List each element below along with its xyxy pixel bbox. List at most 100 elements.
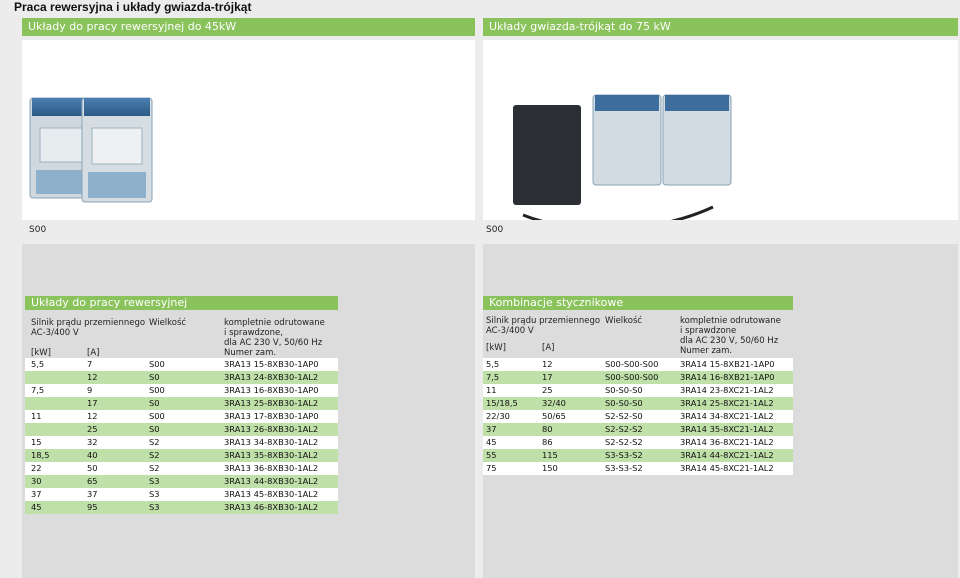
cell-order: 3RA14 34-8XC21-1AL2 (680, 411, 774, 421)
cell-order: 3RA13 17-8XB30-1AP0 (224, 411, 319, 421)
cell-order: 3RA13 44-8XB30-1AL2 (224, 476, 319, 486)
table-row: 7,5 17 S00-S00-S00 3RA14 16-8XB21-1AP0 (483, 371, 793, 384)
cell-size: S0 (149, 398, 160, 408)
cell-a: 12 (87, 411, 98, 421)
cell-kw: 18,5 (31, 450, 50, 460)
table-row: 25 S0 3RA13 26-8XB30-1AL2 (25, 423, 338, 436)
table-row: 15/18,5 32/40 S0-S0-S0 3RA14 25-8XC21-1AL2 (483, 397, 793, 410)
cell-a: 25 (542, 385, 553, 395)
cell-size: S2-S2-S2 (605, 424, 643, 434)
right-photo-size-label: S00 (486, 225, 504, 235)
cell-size: S0 (149, 424, 160, 434)
table-row: 37 80 S2-S2-S2 3RA14 35-8XC21-1AL2 (483, 423, 793, 436)
cell-kw: 45 (31, 502, 42, 512)
cell-kw: 37 (31, 489, 42, 499)
cell-size: S2-S2-S0 (605, 411, 643, 421)
right-order-header-line3: dla AC 230 V, 50/60 Hz (680, 336, 779, 346)
cell-size: S3 (149, 502, 160, 512)
cell-size: S00-S00-S00 (605, 372, 659, 382)
cell-kw: 22 (31, 463, 42, 473)
cell-a: 95 (87, 502, 98, 512)
cell-order: 3RA13 15-8XB30-1AP0 (224, 359, 319, 369)
right-order-header-line2: i sprawdzone (680, 326, 737, 336)
left-order-header-line2: i sprawdzone, (224, 328, 283, 338)
cell-size: S3 (149, 476, 160, 486)
cell-a: 9 (87, 385, 93, 395)
cell-order: 3RA13 16-8XB30-1AP0 (224, 385, 319, 395)
cell-a: 40 (87, 450, 98, 460)
cell-kw: 30 (31, 476, 42, 486)
left-size-header: Wielkość (149, 318, 187, 328)
table-row: 22/30 50/65 S2-S2-S0 3RA14 34-8XC21-1AL2 (483, 410, 793, 423)
table-row: 7,5 9 S00 3RA13 16-8XB30-1AP0 (25, 384, 338, 397)
cell-kw: 7,5 (486, 372, 500, 382)
right-a-unit: [A] (542, 343, 555, 353)
left-table-title: Układy do pracy rewersyjnej (25, 296, 338, 310)
table-row: 22 50 S2 3RA13 36-8XB30-1AL2 (25, 462, 338, 475)
cell-kw: 75 (486, 463, 497, 473)
cell-size: S00-S00-S00 (605, 359, 659, 369)
cell-order: 3RA13 35-8XB30-1AL2 (224, 450, 319, 460)
left-kw-unit: [kW] (31, 348, 51, 358)
star-delta-combination-photo (483, 40, 958, 220)
cell-order: 3RA13 46-8XB30-1AL2 (224, 502, 319, 512)
left-motor-header-line2: AC-3/400 V (31, 328, 79, 338)
cell-order: 3RA14 23-8XC21-1AL2 (680, 385, 774, 395)
right-size-header: Wielkość (605, 316, 643, 326)
right-section-bar: Układy gwiazda-trójkąt do 75 kW (483, 18, 958, 36)
right-order-header-line4: Numer zam. (680, 346, 733, 356)
cell-order: 3RA13 25-8XB30-1AL2 (224, 398, 319, 408)
cell-size: S3-S3-S2 (605, 463, 643, 473)
cell-a: 80 (542, 424, 553, 434)
cell-kw: 22/30 (486, 411, 510, 421)
page-title: Praca rewersyjna i układy gwiazda-trójką… (14, 0, 252, 14)
right-motor-header-line1: Silnik prądu przemiennego (486, 316, 601, 326)
left-photo-size-label: S00 (29, 225, 47, 235)
cell-kw: 11 (486, 385, 497, 395)
cell-kw: 7,5 (31, 385, 45, 395)
left-order-header: kompletnie odrutowane i sprawdzone, dla … (224, 318, 325, 358)
cell-a: 65 (87, 476, 98, 486)
table-row: 5,5 7 S00 3RA13 15-8XB30-1AP0 (25, 358, 338, 371)
cell-order: 3RA13 36-8XB30-1AL2 (224, 463, 319, 473)
left-order-header-line3: dla AC 230 V, 50/60 Hz (224, 338, 323, 348)
cell-order: 3RA14 16-8XB21-1AP0 (680, 372, 775, 382)
cell-a: 12 (87, 372, 98, 382)
right-motor-header: Silnik prądu przemiennego AC-3/400 V (486, 316, 600, 336)
table-row: 45 86 S2-S2-S2 3RA14 36-8XC21-1AL2 (483, 436, 793, 449)
cell-kw: 5,5 (486, 359, 500, 369)
cell-a: 50/65 (542, 411, 566, 421)
cell-kw: 15 (31, 437, 42, 447)
cell-a: 17 (542, 372, 553, 382)
cell-size: S0-S0-S0 (605, 385, 643, 395)
cell-kw: 45 (486, 437, 497, 447)
cell-kw: 11 (31, 411, 42, 421)
cell-size: S0-S0-S0 (605, 398, 643, 408)
cell-order: 3RA14 36-8XC21-1AL2 (680, 437, 774, 447)
cell-kw: 5,5 (31, 359, 45, 369)
table-row: 12 S0 3RA13 24-8XB30-1AL2 (25, 371, 338, 384)
cell-order: 3RA14 44-8XC21-1AL2 (680, 450, 774, 460)
right-order-header-line1: kompletnie odrutowane (680, 316, 781, 326)
right-order-header: kompletnie odrutowane i sprawdzone dla A… (680, 316, 781, 356)
cell-a: 12 (542, 359, 553, 369)
cell-size: S00 (149, 385, 165, 395)
cell-order: 3RA14 25-8XC21-1AL2 (680, 398, 774, 408)
cell-a: 32 (87, 437, 98, 447)
left-section-bar: Układy do pracy rewersyjnej do 45kW (22, 18, 475, 36)
table-row: 18,5 40 S2 3RA13 35-8XB30-1AL2 (25, 449, 338, 462)
left-motor-header-line1: Silnik prądu przemiennego (31, 318, 146, 328)
cell-a: 17 (87, 398, 98, 408)
cell-kw: 37 (486, 424, 497, 434)
table-row: 37 37 S3 3RA13 45-8XB30-1AL2 (25, 488, 338, 501)
cell-size: S2 (149, 463, 160, 473)
cell-a: 86 (542, 437, 553, 447)
right-table-title: Kombinacje stycznikowe (483, 296, 793, 310)
cell-kw: 15/18,5 (486, 398, 518, 408)
reversing-contactor-photo (22, 40, 475, 220)
cell-size: S2-S2-S2 (605, 437, 643, 447)
table-row: 5,5 12 S00-S00-S00 3RA14 15-8XB21-1AP0 (483, 358, 793, 371)
cell-order: 3RA13 34-8XB30-1AL2 (224, 437, 319, 447)
table-row: 55 115 S3-S3-S2 3RA14 44-8XC21-1AL2 (483, 449, 793, 462)
cell-a: 150 (542, 463, 558, 473)
